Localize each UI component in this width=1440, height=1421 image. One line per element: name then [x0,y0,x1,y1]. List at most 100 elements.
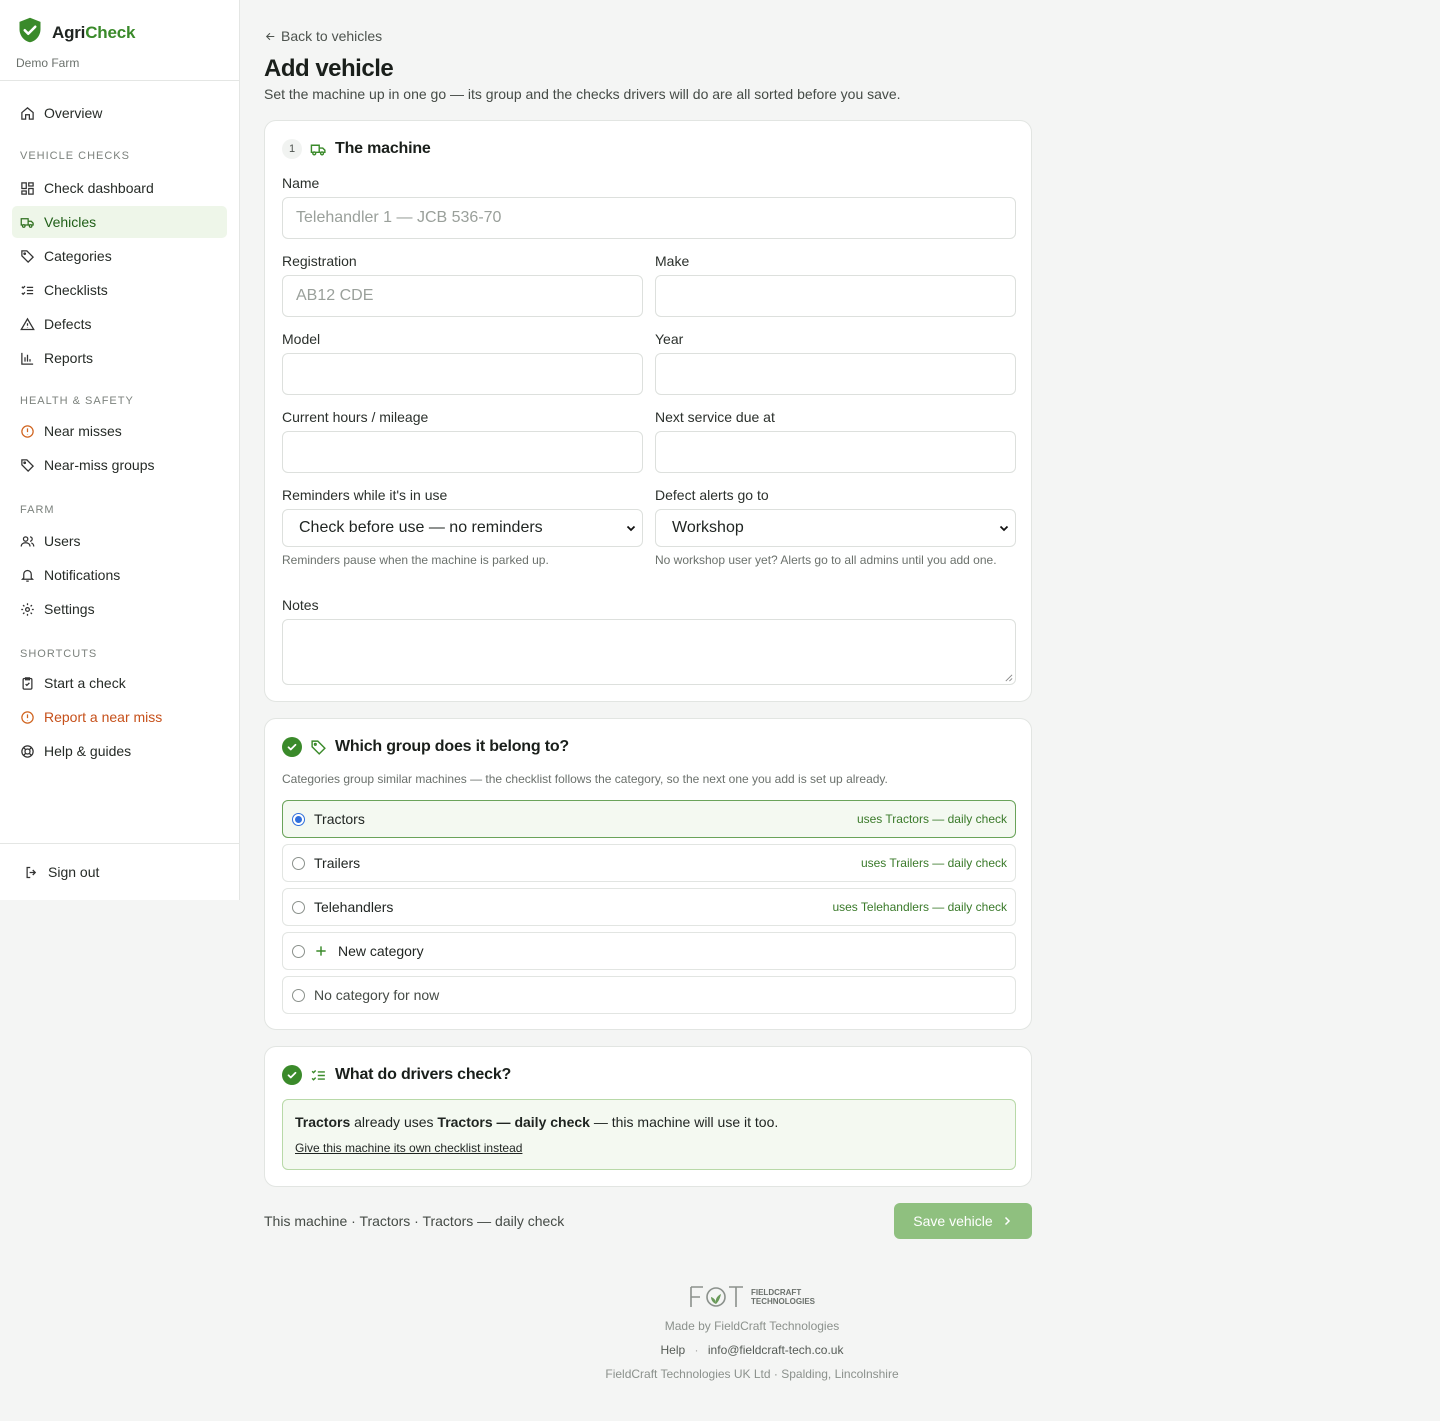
sidebar-item-overview[interactable]: Overview [12,97,227,129]
reminders-select-value: Check before use — no reminders [299,519,543,536]
reminders-select[interactable]: Check before use — no reminders [282,509,643,547]
page-subtitle: Set the machine up in one go — its group… [264,86,901,102]
radio-button[interactable] [292,988,305,1002]
category-option-tractors[interactable]: Tractors uses Tractors — daily check [282,800,1016,838]
model-input[interactable] [282,353,643,395]
sidebar-item-report-near-miss[interactable]: Report a near miss [12,701,227,733]
sidebar-item-label: Reports [44,350,94,366]
sidebar-item-settings[interactable]: Settings [12,593,227,625]
option-label: No category for now [314,987,440,1003]
info-category: Tractors [295,1114,351,1130]
sidebar-item-users[interactable]: Users [12,525,227,557]
save-vehicle-button[interactable]: Save vehicle [894,1203,1032,1239]
farm-name: Demo Farm [16,56,80,70]
own-checklist-link[interactable]: Give this machine its own checklist inst… [295,1141,522,1155]
sidebar-item-check-dashboard[interactable]: Check dashboard [12,172,227,204]
resize-handle-icon[interactable] [1004,673,1013,682]
option-label: Trailers [314,855,361,871]
alert-circle-icon [21,710,34,724]
radio-button[interactable] [292,812,305,826]
sidebar-item-label: Overview [44,105,103,121]
sidebar-item-near-misses[interactable]: Near misses [12,415,227,447]
made-by: Made by FieldCraft Technologies [664,1319,840,1333]
card-title: What do drivers check? [335,1066,512,1083]
truck-icon [310,144,326,156]
category-option-none[interactable]: No category for now [282,976,1016,1014]
card-title: Which group does it belong to? [335,738,569,755]
radio-button[interactable] [292,856,305,870]
section-label-shortcuts: SHORTCUTS [20,648,98,660]
sidebar-item-near-miss-groups[interactable]: Near-miss groups [12,449,227,481]
tag-icon [21,458,35,472]
sidebar-item-vehicles[interactable]: Vehicles [12,206,227,238]
notes-label: Notes [282,597,319,613]
notes-textarea[interactable] [282,619,1016,685]
checklist-info-text: Tractors already uses Tractors — daily c… [295,1114,778,1130]
sidebar: AgriCheck Demo Farm Overview VEHICLE CHE… [0,0,240,900]
clipboard-check-icon [22,676,33,690]
bell-icon [20,569,35,582]
make-input[interactable] [655,275,1016,317]
category-option-telehandlers[interactable]: Telehandlers uses Telehandlers — daily c… [282,888,1016,926]
sidebar-item-checklists[interactable]: Checklists [12,274,227,306]
chevron-right-icon [1004,1216,1010,1226]
step-number: 1 [282,139,302,159]
option-label: Tractors [314,811,365,827]
shield-check-logo-icon [16,16,44,49]
registration-input[interactable]: AB12 CDE [282,275,643,317]
alerts-label: Defect alerts go to [655,487,769,503]
registration-label: Registration [282,253,357,269]
step-complete-check-icon [282,737,302,757]
save-button-label: Save vehicle [913,1213,993,1229]
option-label: New category [338,943,424,959]
sidebar-item-label: Users [44,533,81,549]
fieldcraft-logo: FIELDCRAFT TECHNOLOGIES [0,1282,1440,1312]
sidebar-item-label: Start a check [44,675,126,691]
service-input[interactable] [655,431,1016,473]
radio-button[interactable] [292,944,305,958]
back-link-label: Back to vehicles [281,28,383,44]
tag-icon [311,739,326,755]
lifebuoy-icon [21,744,34,758]
help-link[interactable]: Help [661,1343,686,1357]
hours-input[interactable] [282,431,643,473]
dashboard-icon [21,181,34,195]
section-label-vehicle-checks: VEHICLE CHECKS [20,150,130,162]
back-link[interactable]: Back to vehicles [264,28,382,44]
tag-icon [21,249,35,263]
summary-text: This machine · Tractors · Tractors — dai… [264,1213,565,1229]
logo-line-1: FIELDCRAFT [750,1288,802,1297]
category-option-new[interactable]: New category [282,932,1016,970]
sidebar-item-start-check[interactable]: Start a check [12,667,227,699]
section-label-health-safety: HEALTH & SAFETY [20,395,134,407]
year-label: Year [655,331,684,347]
users-icon [20,535,35,547]
info-middle: already uses [354,1114,434,1130]
truck-icon [20,217,34,228]
logo-line-2: TECHNOLOGIES [750,1297,815,1306]
alerts-select[interactable]: Workshop [655,509,1016,547]
year-input[interactable] [655,353,1016,395]
sidebar-item-label: Notifications [44,567,121,583]
name-input[interactable]: Telehandler 1 — JCB 536-70 [282,197,1016,239]
sidebar-item-help-guides[interactable]: Help & guides [12,735,227,767]
home-icon [21,106,34,120]
reminders-label: Reminders while it's in use [282,487,448,503]
group-card-header: Which group does it belong to? [282,737,569,757]
sidebar-item-reports[interactable]: Reports [12,342,227,374]
sidebar-item-categories[interactable]: Categories [12,240,227,272]
reminders-hint: Reminders pause when the machine is park… [282,553,549,567]
sidebar-item-label: Near-miss groups [44,457,155,473]
email-link[interactable]: info@fieldcraft-tech.co.uk [708,1343,844,1357]
category-option-trailers[interactable]: Trailers uses Trailers — daily check [282,844,1016,882]
sidebar-item-defects[interactable]: Defects [12,308,227,340]
company-info: FieldCraft Technologies UK Ltd · Spaldin… [605,1367,899,1381]
radio-button[interactable] [292,900,305,914]
logout-icon [26,866,37,878]
group-description: Categories group similar machines — the … [282,772,888,786]
sidebar-item-label: Help & guides [44,743,132,759]
separator: · [694,1343,699,1357]
sign-out-button[interactable]: Sign out [12,856,227,888]
sidebar-item-label: Check dashboard [44,180,154,196]
sidebar-item-notifications[interactable]: Notifications [12,559,227,591]
